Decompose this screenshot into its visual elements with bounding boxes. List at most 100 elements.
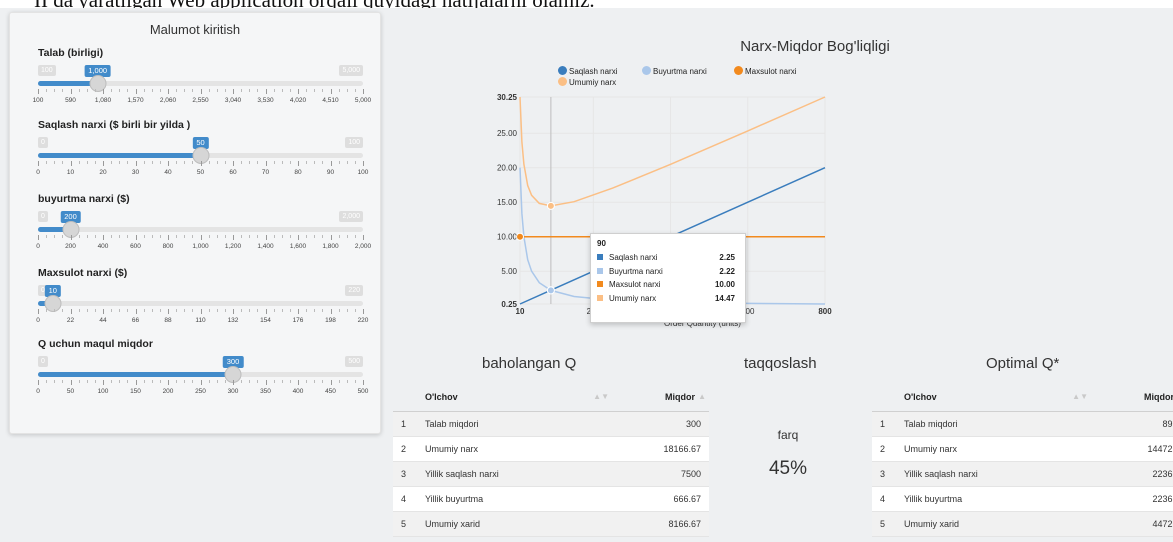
slider-tick — [233, 380, 234, 385]
slider-tick — [176, 161, 178, 164]
tooltip-swatch — [597, 254, 603, 260]
slider-tick — [233, 89, 234, 94]
table-header[interactable] — [393, 383, 417, 412]
slider-tick — [265, 309, 267, 314]
slider-tick — [54, 380, 56, 383]
slider-tick — [289, 89, 291, 92]
slider-tick-label: 220 — [357, 317, 369, 324]
slider-tick — [151, 380, 153, 383]
table-header[interactable]: O'lchov ▲▼ — [417, 383, 617, 412]
slider-tick — [346, 235, 348, 238]
slider-tick — [233, 235, 234, 240]
slider-tick — [306, 89, 308, 92]
slider-tick — [363, 235, 364, 240]
slider-tick — [354, 89, 356, 92]
table-header-row: O'lchov ▲▼ Miqdor▲ — [393, 383, 709, 412]
sort-icon[interactable]: ▲▼ — [593, 392, 609, 401]
slider-tick — [168, 89, 169, 94]
slider-tick — [184, 89, 186, 92]
slider-tick — [135, 309, 137, 314]
slider-tick — [314, 89, 316, 92]
slider-tick — [298, 235, 299, 240]
slider-fill — [38, 372, 233, 377]
slider-tick — [338, 235, 340, 238]
header-label: O'lchov — [904, 391, 937, 402]
input-panel: Malumot kiritish Talab (birligi) 100 5,000… — [9, 12, 381, 434]
sort-icon[interactable]: ▲ — [698, 392, 706, 401]
slider-track[interactable] — [38, 301, 363, 306]
legend-item-umumiy[interactable]: Umumiy narx — [558, 77, 616, 87]
slider-ticks — [38, 161, 364, 167]
legend-item-maxsulot[interactable]: Maxsulot narxi — [734, 66, 797, 76]
legend-item-saqlash[interactable]: Saqlash narxi — [558, 66, 617, 76]
slider-tick — [176, 309, 178, 312]
table-cell: 2236.0 — [1096, 461, 1173, 487]
slider-tick — [143, 235, 145, 238]
slider-tick — [168, 309, 169, 314]
slider-tick — [249, 235, 251, 238]
table-row: 2Umumiy narx14472.1 — [872, 436, 1173, 462]
slider-tick — [127, 161, 129, 164]
slider-4[interactable]: Maxsulot narxi ($) 0 220 10 0 22 44 66 88 110 132 1… — [36, 267, 368, 337]
slider-tick — [241, 380, 243, 383]
slider-tick — [257, 89, 259, 92]
slider-tick — [346, 161, 348, 164]
slider-tick — [159, 235, 161, 238]
slider-tick — [281, 89, 283, 92]
slider-tick — [111, 89, 113, 92]
slider-tick — [257, 161, 259, 164]
slider-1[interactable]: Talab (birligi) 100 5,000 1,000 100 590 1,080 1… — [33, 47, 372, 117]
slider-tick — [314, 235, 316, 238]
slider-track[interactable] — [38, 227, 363, 232]
table-header[interactable]: Miqdor▲ — [617, 383, 709, 412]
slider-tick — [281, 235, 283, 238]
slider-tick — [38, 380, 39, 385]
table-cell: 2 — [872, 436, 896, 462]
table-row: 1 Talab miqdori 300 — [393, 411, 709, 437]
slider-tick — [119, 161, 121, 164]
table-header[interactable]: Miqdor▲ — [1096, 383, 1173, 412]
slider-tick — [208, 309, 210, 312]
slider-tick — [159, 161, 161, 164]
slider-tick — [306, 309, 308, 312]
sort-icon[interactable]: ▲▼ — [1072, 392, 1088, 401]
slider-tick — [346, 89, 348, 92]
slider-3[interactable]: buyurtma narxi ($) 0 2,000 200 0 200 400 600 800… — [36, 193, 371, 263]
table-header[interactable] — [872, 383, 896, 412]
slider-tick — [322, 380, 324, 383]
legend-item-buyurtma[interactable]: Buyurtma narxi — [642, 66, 707, 76]
table-header[interactable]: O'lchov ▲▼ — [896, 383, 1096, 412]
slider-tick — [38, 309, 39, 314]
slider-tick-label: 132 — [227, 317, 239, 324]
slider-tick — [54, 235, 56, 238]
table-cell: 1 — [393, 411, 417, 437]
slider-tick-label: 100 — [357, 169, 369, 176]
slider-tick-label: 4,020 — [289, 97, 307, 104]
slider-tick — [314, 380, 316, 383]
slider-tick — [281, 380, 283, 383]
slider-tick — [38, 235, 39, 240]
slider-tick — [346, 309, 348, 312]
slider-tick — [176, 380, 178, 383]
slider-tick-label: 1,800 — [322, 243, 339, 250]
tooltip-swatch — [597, 267, 603, 274]
slider-tick-label: 176 — [292, 317, 304, 324]
slider-tick — [103, 380, 104, 385]
slider-2[interactable]: Saqlash narxi ($ birli bir yilda ) 0 100 50… — [36, 119, 368, 189]
slider-tick — [62, 161, 64, 164]
table-cell: 2 — [393, 436, 417, 462]
tooltip-swatch — [597, 294, 603, 301]
tooltip-series-value: 10.00 — [714, 280, 735, 289]
chart-tooltip: 90 Saqlash narxi 2.25 Buyurtma narxi 2.22 … — [590, 233, 746, 323]
slider-tick — [298, 380, 299, 385]
slider-tick — [249, 380, 251, 383]
header-label: Miqdor — [1144, 391, 1173, 402]
tooltip-x-value: 90 — [597, 239, 606, 248]
slider-tick — [46, 380, 48, 383]
y-tick-label: 30.25 — [497, 93, 518, 102]
slider-tick — [62, 380, 64, 383]
slider-tick — [151, 161, 153, 164]
slider-tick — [94, 89, 96, 92]
slider-5[interactable]: Q uchun maqul miqdor 0 500 300 0 50 100 150 200 2… — [36, 338, 368, 408]
table-cell: Umumiy narx — [417, 436, 617, 462]
